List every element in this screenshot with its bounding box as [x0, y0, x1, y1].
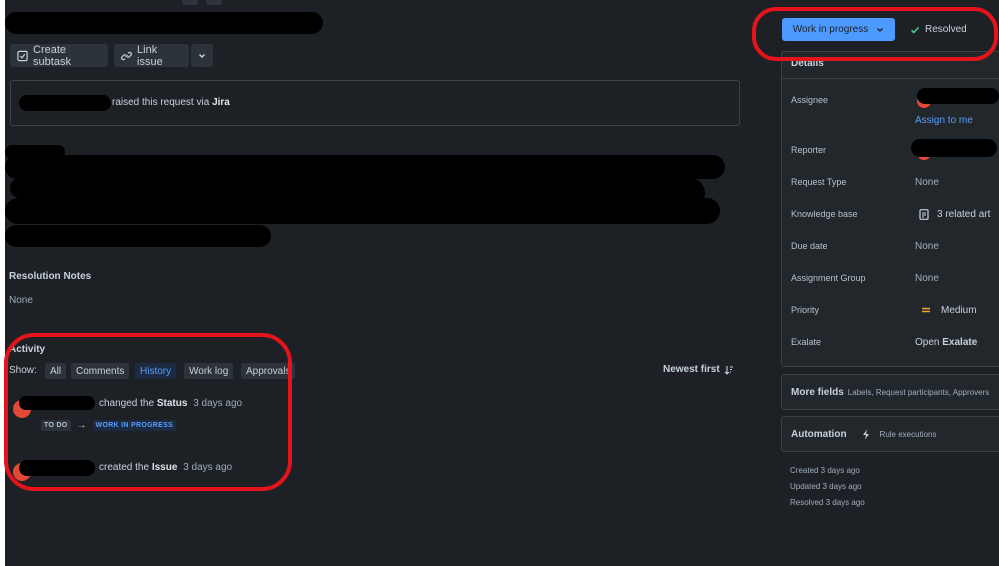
- link-icon: [121, 51, 132, 60]
- status-current-label: Work in progress: [792, 24, 869, 35]
- subtask-icon: [17, 50, 28, 61]
- more-fields-subtitle: Labels, Request participants, Approvers: [847, 387, 990, 397]
- transition-arrow-icon: →: [76, 420, 87, 431]
- tab-work-log[interactable]: Work log: [184, 363, 234, 379]
- request-source-name: Jira: [212, 97, 230, 108]
- status-lozenge-to: WORK IN PROGRESS: [92, 420, 177, 431]
- detail-row-assignment-group: Assignment Group None: [791, 268, 999, 288]
- assignment-group-label: Assignment Group: [791, 273, 866, 283]
- requester-redacted: [19, 95, 111, 111]
- create-subtask-label: Create subtask: [33, 43, 71, 68]
- sort-icon: [724, 365, 733, 375]
- sort-order-label: Newest first: [663, 364, 720, 375]
- automation-title: Automation: [791, 428, 847, 440]
- assignee-redacted: [917, 88, 999, 104]
- create-subtask-button[interactable]: Create subtask: [10, 43, 108, 68]
- status-lozenge-from: TO DO: [41, 420, 71, 431]
- details-title: Details: [791, 58, 824, 69]
- resolution-notes-title: Resolution Notes: [9, 271, 92, 282]
- assignment-group-value[interactable]: None: [915, 273, 939, 284]
- tab-history[interactable]: History: [135, 363, 177, 379]
- exalate-open-link[interactable]: Open Exalate: [915, 337, 977, 348]
- priority-medium-icon: [922, 307, 930, 313]
- description-redacted: [5, 155, 725, 179]
- detail-row-knowledge-base: Knowledge base 3 related art: [791, 204, 999, 224]
- sort-order-button[interactable]: Newest first: [663, 364, 734, 375]
- assign-to-me-link[interactable]: Assign to me: [915, 115, 973, 126]
- more-fields-title: More fields: [791, 386, 844, 398]
- reporter-label: Reporter: [791, 145, 827, 155]
- top-icon-button[interactable]: [206, 0, 222, 5]
- description-redacted: [10, 178, 120, 198]
- description-redacted: [5, 225, 271, 247]
- exalate-label: Exalate: [791, 337, 822, 347]
- link-issue-button[interactable]: Link issue: [114, 43, 189, 68]
- assignee-label: Assignee: [791, 95, 829, 105]
- request-type-value[interactable]: None: [915, 177, 939, 188]
- automation-panel[interactable]: Automation Rule executions: [781, 416, 999, 452]
- tab-comments[interactable]: Comments: [71, 363, 130, 379]
- tab-approvals[interactable]: Approvals: [241, 363, 296, 379]
- issue-title-redacted: [5, 12, 323, 34]
- lightning-icon: [862, 429, 869, 439]
- activity-show-label: Show:: [9, 365, 37, 376]
- due-date-label: Due date: [791, 241, 828, 251]
- resolved-timestamp: Resolved 3 days ago: [790, 498, 865, 507]
- priority-label: Priority: [791, 305, 820, 315]
- detail-row-priority: Priority Medium: [791, 300, 999, 320]
- priority-value[interactable]: Medium: [941, 305, 977, 316]
- history-item-created: created the Issue 3 days ago: [99, 462, 233, 473]
- document-icon: [919, 208, 929, 220]
- created-timestamp: Created 3 days ago: [790, 466, 860, 475]
- check-icon: [910, 26, 920, 34]
- author-redacted: [19, 396, 95, 410]
- detail-row-due-date: Due date None: [791, 236, 999, 256]
- resolved-transition-button[interactable]: Resolved: [904, 18, 978, 41]
- issue-view: Create subtask Link issue raised this re…: [5, 0, 999, 566]
- author-redacted: [19, 460, 95, 476]
- status-dropdown-button[interactable]: Work in progress: [782, 18, 895, 41]
- status-transition: TO DO → WORK IN PROGRESS: [41, 420, 177, 431]
- reporter-redacted: [911, 139, 997, 157]
- request-source-banner: raised this request via Jira: [10, 80, 740, 126]
- top-icon-button[interactable]: [182, 0, 198, 5]
- description-redacted: [5, 198, 720, 224]
- detail-row-exalate: Exalate Open Exalate: [791, 332, 999, 352]
- more-actions-dropdown[interactable]: [191, 44, 213, 67]
- link-issue-label: Link issue: [137, 43, 163, 68]
- resolution-notes-value: None: [9, 295, 33, 306]
- knowledge-base-value[interactable]: 3 related art: [937, 209, 990, 220]
- chevron-down-icon: [877, 27, 884, 32]
- tab-all[interactable]: All: [45, 363, 67, 379]
- request-source-text: raised this request via Jira: [112, 97, 230, 108]
- updated-timestamp: Updated 3 days ago: [790, 482, 862, 491]
- history-item-status-change: changed the Status 3 days ago: [99, 398, 243, 409]
- detail-row-request-type: Request Type None: [791, 172, 999, 192]
- resolved-label: Resolved: [925, 24, 967, 35]
- more-fields-panel[interactable]: More fields Labels, Request participants…: [781, 374, 999, 410]
- activity-title: Activity: [9, 344, 46, 355]
- request-type-label: Request Type: [791, 177, 847, 187]
- automation-subtitle: Rule executions: [879, 429, 937, 439]
- due-date-value[interactable]: None: [915, 241, 939, 252]
- chevron-down-icon: [198, 53, 206, 58]
- knowledge-base-label: Knowledge base: [791, 209, 858, 219]
